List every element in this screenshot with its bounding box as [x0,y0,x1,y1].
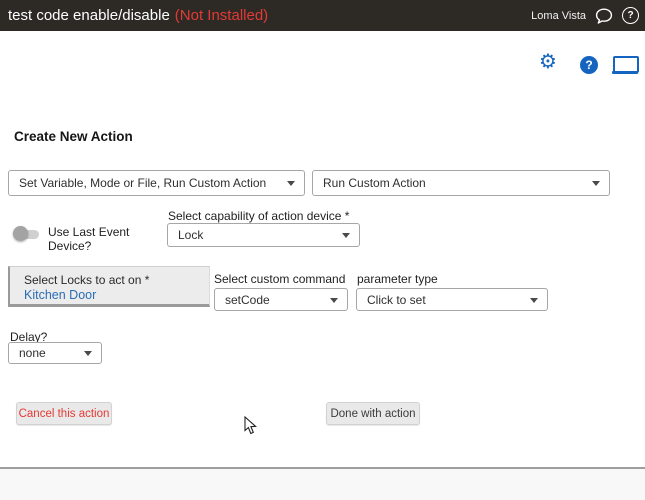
command-label: Select custom command [214,272,346,286]
action-type-value: Set Variable, Mode or File, Run Custom A… [19,176,267,190]
help-icon[interactable]: ? [580,56,598,74]
parameter-value: Click to set [367,292,426,307]
install-status-badge: (Not Installed) [174,7,269,24]
command-select[interactable]: setCode [214,288,348,311]
settings-gear-icon[interactable]: ⚙ [539,52,557,72]
capability-select[interactable]: Lock [167,223,360,247]
delay-value: none [19,346,46,360]
page-title: test code enable/disable [8,7,170,24]
command-value: setCode [225,292,270,307]
kitchen-door-link[interactable]: Kitchen Door [24,288,96,302]
dropdown-arrow-icon [592,181,600,186]
help-glyph: ? [585,58,593,72]
locks-label: Select Locks to act on * [24,273,150,287]
create-action-heading: Create New Action [14,129,133,144]
help-glyph: ? [627,9,634,21]
parameter-label: parameter type [357,272,438,286]
use-last-event-label: Use Last Event Device? [48,225,130,253]
action-kind-select[interactable]: Run Custom Action [312,170,610,196]
display-icon[interactable] [612,56,639,74]
parameter-select[interactable]: Click to set [356,288,548,311]
use-last-event-toggle[interactable] [13,224,51,243]
topbar: test code enable/disable (Not Installed)… [0,0,645,31]
mouse-cursor [244,415,258,440]
location-name[interactable]: Loma Vista [531,10,586,22]
action-kind-value: Run Custom Action [323,176,426,190]
dropdown-arrow-icon [330,297,338,303]
dropdown-arrow-icon [342,233,350,238]
cancel-button[interactable]: Cancel this action [16,402,112,425]
done-button[interactable]: Done with action [326,402,420,425]
toggle-thumb [13,226,28,241]
dropdown-arrow-icon [530,297,538,303]
capability-label: Select capability of action device * [168,209,350,223]
action-type-select[interactable]: Set Variable, Mode or File, Run Custom A… [8,170,305,196]
footer-area [0,469,645,500]
locks-device-picker[interactable]: Select Locks to act on * Kitchen Door [8,266,210,307]
dropdown-arrow-icon [287,181,295,186]
display-base-shape [612,71,638,74]
capability-value: Lock [178,228,204,242]
dropdown-arrow-icon [84,351,92,356]
chat-bubble-icon[interactable] [595,7,613,25]
app-window: test code enable/disable (Not Installed)… [0,0,645,500]
delay-select[interactable]: none [8,342,102,364]
help-circle-icon[interactable]: ? [622,7,639,24]
topbar-right-group: Loma Vista ? [531,0,639,31]
